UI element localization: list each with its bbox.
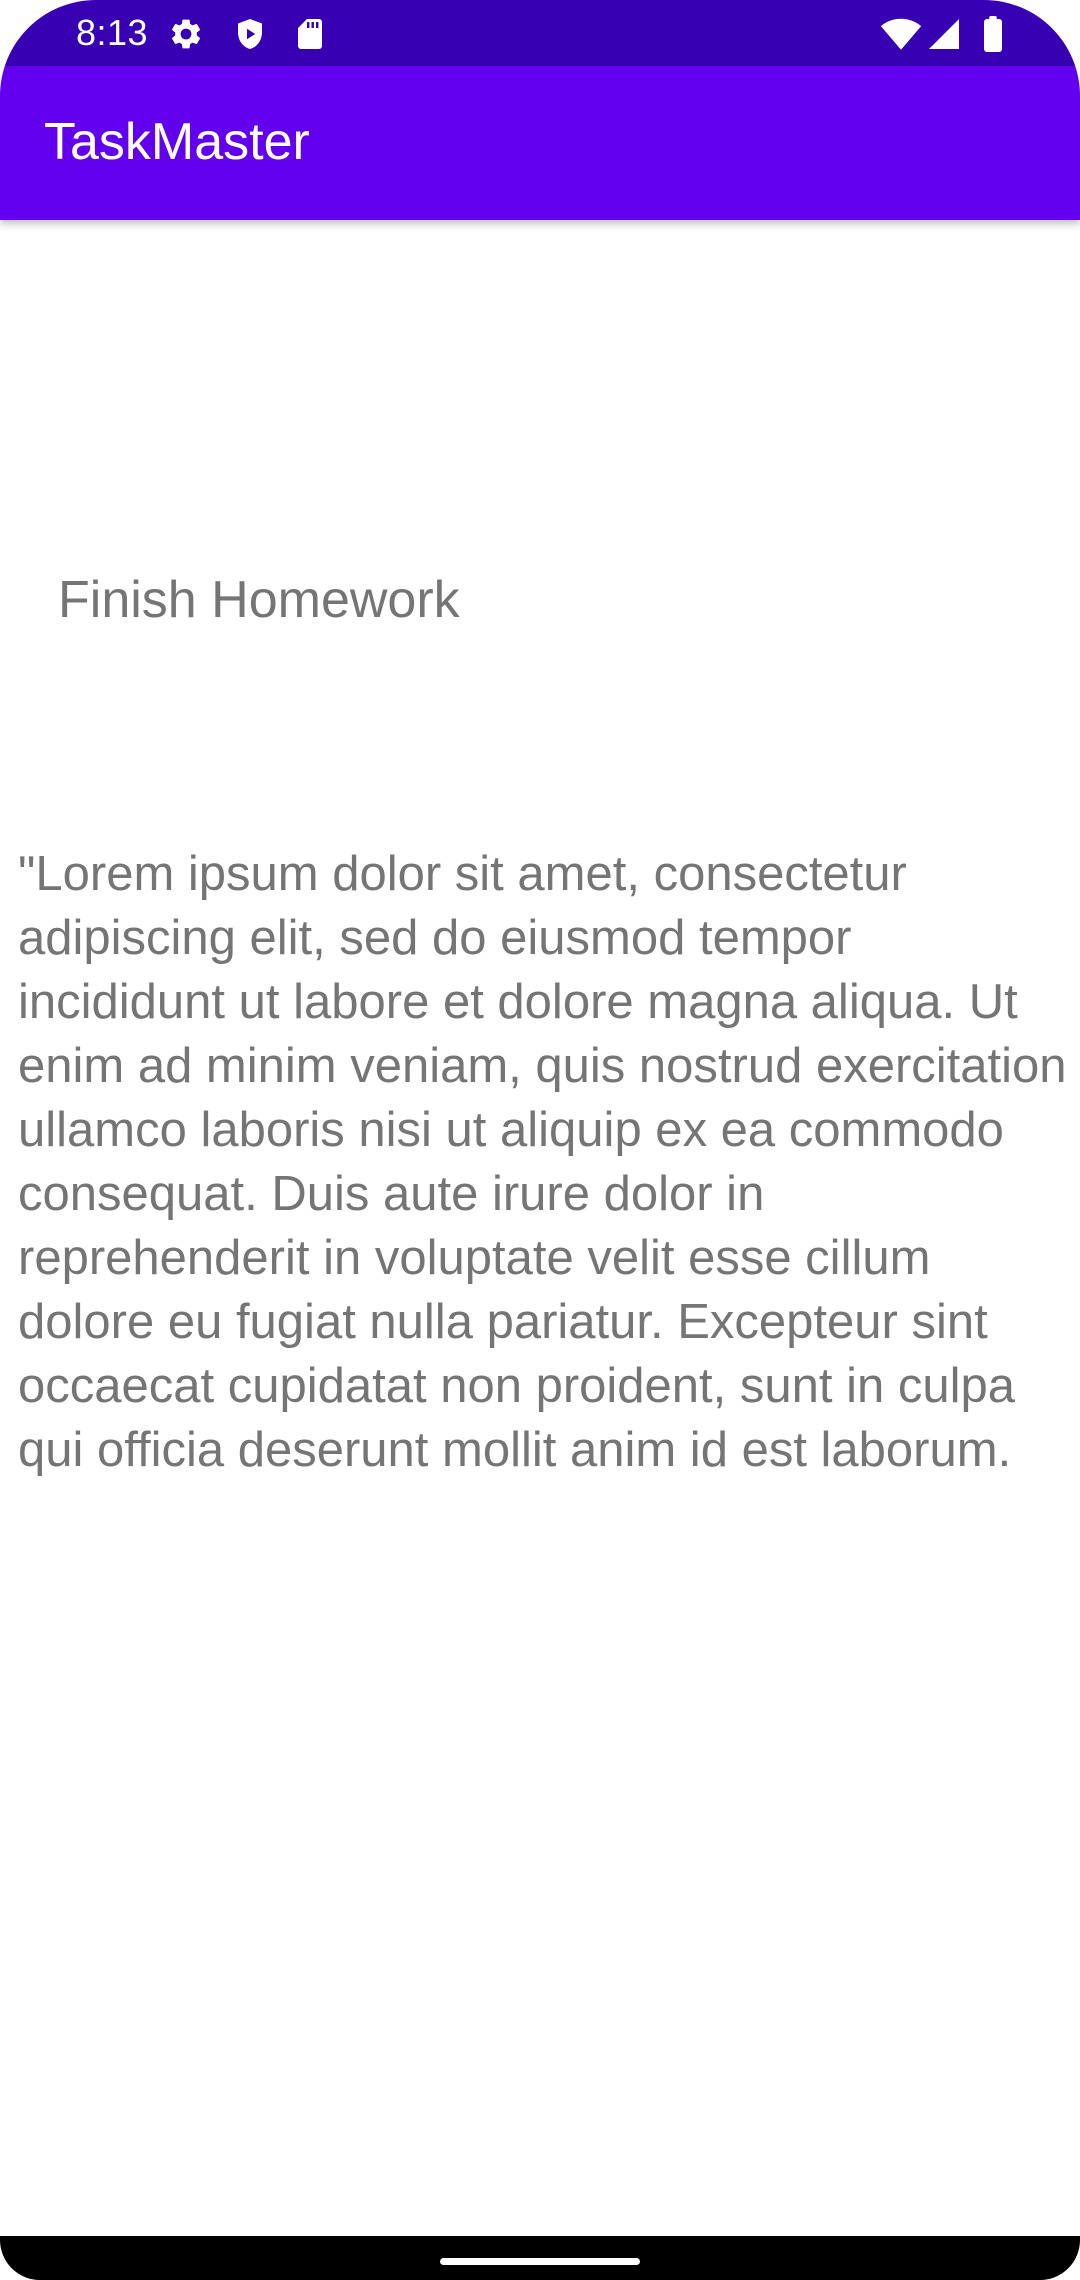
task-title: Finish Homework xyxy=(58,571,460,629)
task-description: "Lorem ipsum dolor sit amet, consectetur… xyxy=(18,847,1067,1477)
play-protect-icon xyxy=(232,16,268,52)
app-title: TaskMaster xyxy=(44,113,310,171)
sd-card-icon xyxy=(292,16,328,52)
status-time: 8:13 xyxy=(76,12,149,53)
signal-icon xyxy=(926,16,962,52)
status-bar: 8:13 xyxy=(0,0,1080,66)
app-bar: TaskMaster xyxy=(0,66,1080,220)
navigation-bar xyxy=(0,2236,1080,2280)
screen: 8:13 TaskMaster Finish Homework "Lorem i… xyxy=(0,0,1080,2280)
battery-icon xyxy=(982,16,1004,52)
settings-icon xyxy=(168,16,204,52)
wifi-icon xyxy=(880,16,922,52)
gesture-handle[interactable] xyxy=(440,2258,640,2265)
